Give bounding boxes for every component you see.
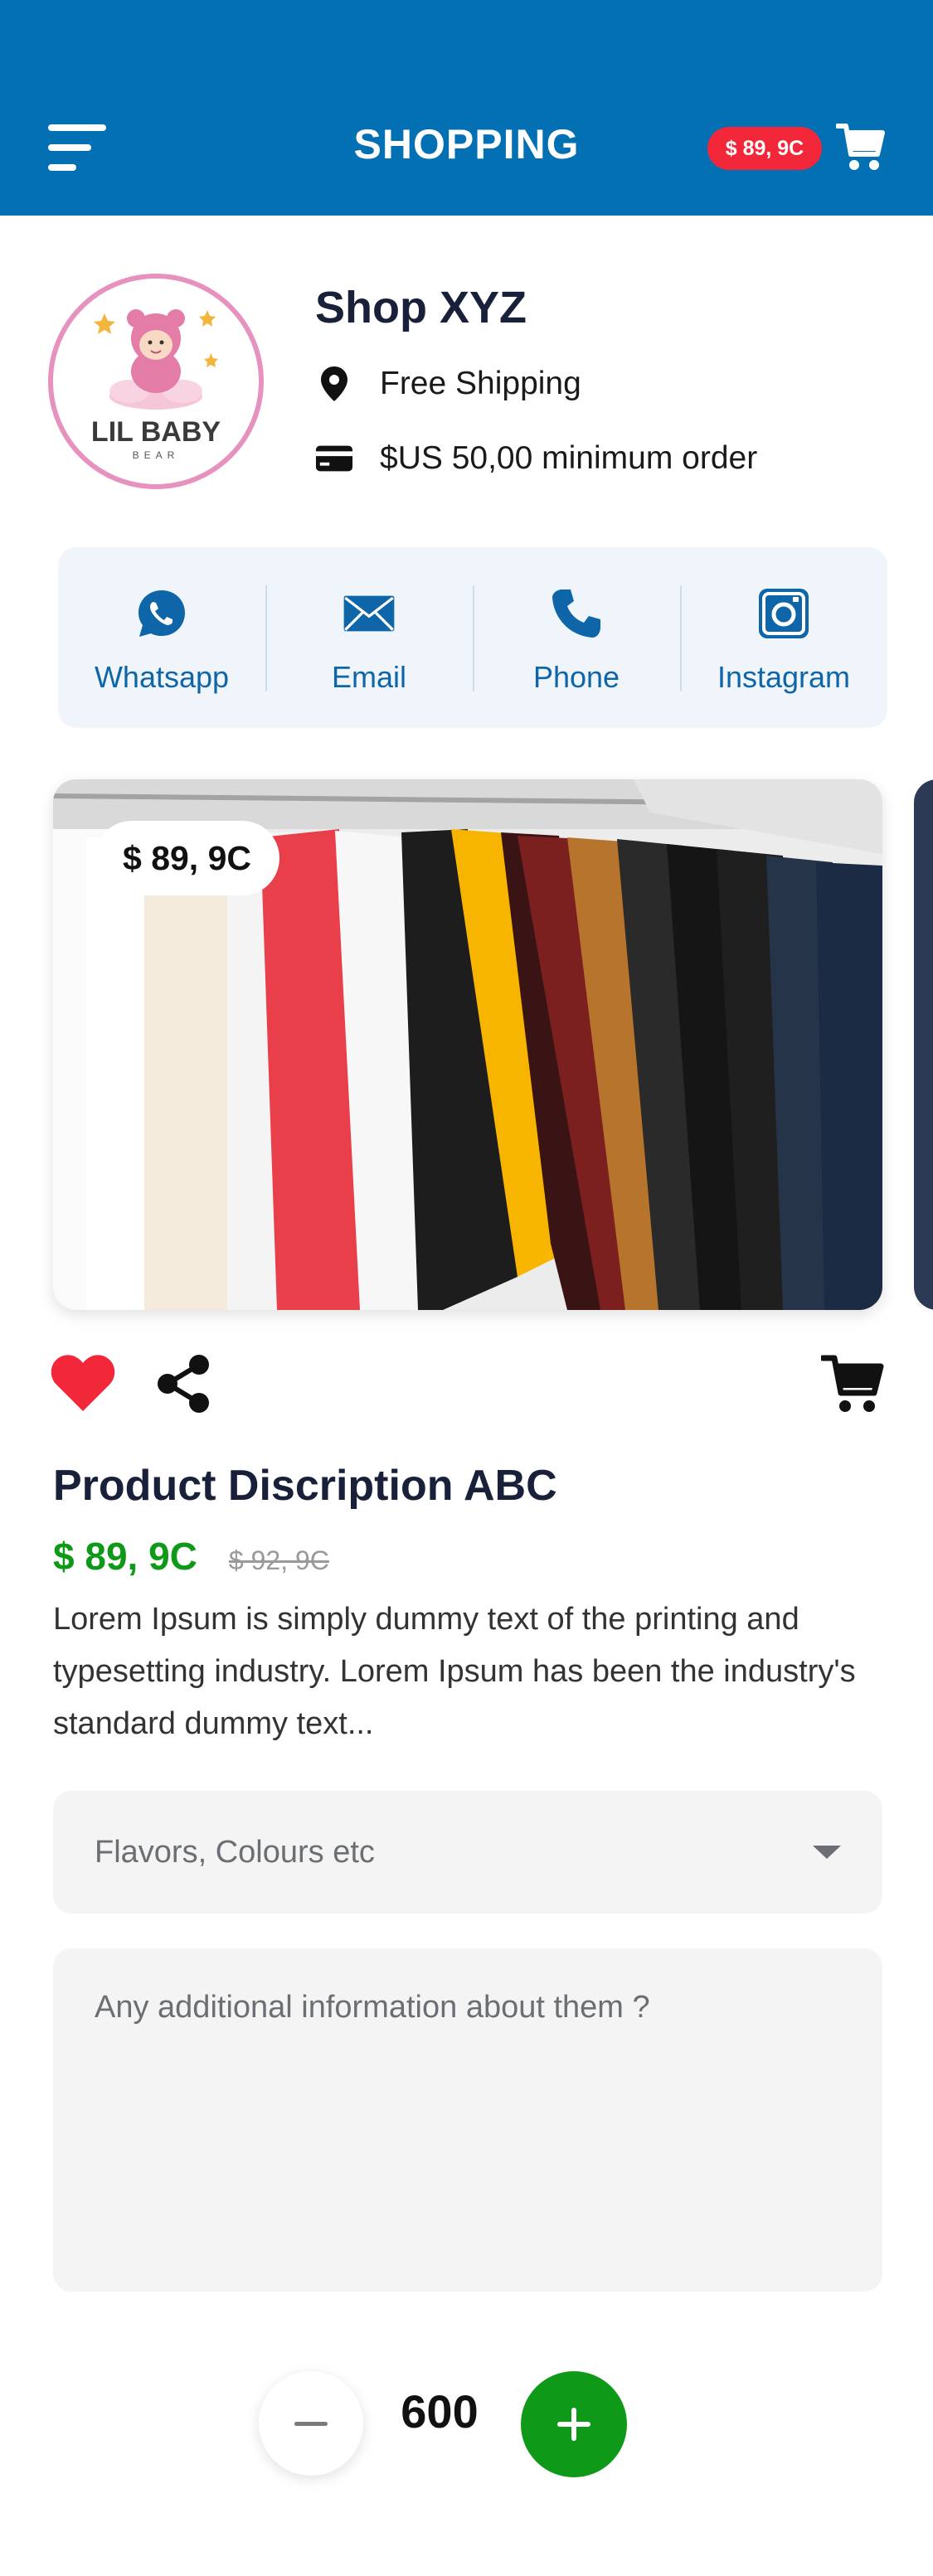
- minimum-order-info: $US 50,00 minimum order: [315, 439, 757, 478]
- product-title: Product Discription ABC: [53, 1462, 557, 1510]
- minimum-order-label: $US 50,00 minimum order: [380, 440, 758, 476]
- shipping-label: Free Shipping: [380, 366, 581, 401]
- contact-phone-label: Phone: [532, 660, 620, 694]
- product-image[interactable]: $ 89, 9C: [53, 779, 882, 1310]
- options-select[interactable]: Flavors, Colours etc: [53, 1791, 882, 1914]
- quantity-value: 600: [401, 2385, 479, 2438]
- credit-card-icon: [315, 439, 353, 478]
- email-icon: [343, 587, 396, 640]
- shop-logo: LIL BABY BEAR: [48, 274, 264, 489]
- options-select-placeholder: Flavors, Colours etc: [95, 1834, 375, 1870]
- contact-whatsapp-button[interactable]: Whatsapp: [58, 547, 265, 728]
- instagram-icon: [757, 587, 810, 640]
- logo-subtext: BEAR: [132, 449, 180, 461]
- chevron-down-icon: [813, 1846, 841, 1859]
- cart-total-badge[interactable]: $ 89, 9C: [707, 127, 822, 170]
- share-icon[interactable]: [154, 1353, 212, 1414]
- cart-icon[interactable]: [835, 121, 886, 172]
- current-price: $ 89, 9C: [53, 1535, 197, 1578]
- logo-text: LIL BABY: [90, 416, 221, 448]
- contact-email-button[interactable]: Email: [265, 547, 473, 728]
- product-description: Lorem Ipsum is simply dummy text of the …: [53, 1602, 856, 1741]
- phone-icon: [550, 587, 603, 640]
- next-product-image[interactable]: [914, 779, 933, 1310]
- add-to-cart-icon[interactable]: [819, 1351, 884, 1414]
- contact-email-label: Email: [331, 660, 407, 694]
- contact-phone-button[interactable]: Phone: [473, 547, 680, 728]
- additional-info-textarea[interactable]: Any additional information about them ?: [53, 1948, 882, 2292]
- shop-name: Shop XYZ: [315, 283, 527, 332]
- favorite-heart-icon[interactable]: [50, 1353, 116, 1413]
- shipping-info: Free Shipping: [315, 365, 581, 403]
- contact-whatsapp-label: Whatsapp: [94, 660, 230, 694]
- quantity-decrease-button[interactable]: [259, 2371, 363, 2476]
- contact-instagram-label: Instagram: [717, 660, 851, 694]
- contact-bar: Whatsapp Email Phone Instagram: [58, 547, 887, 728]
- image-price-tag: $ 89, 9C: [95, 821, 279, 895]
- quantity-increase-button[interactable]: [521, 2371, 627, 2477]
- location-pin-icon: [315, 365, 353, 403]
- original-price: $ 92, 9C: [228, 1545, 329, 1575]
- whatsapp-icon: [135, 587, 188, 640]
- top-app-bar: SHOPPING $ 89, 9C: [0, 0, 933, 216]
- price-row: $ 89, 9C $ 92, 9C: [53, 1534, 329, 1579]
- contact-instagram-button[interactable]: Instagram: [680, 547, 887, 728]
